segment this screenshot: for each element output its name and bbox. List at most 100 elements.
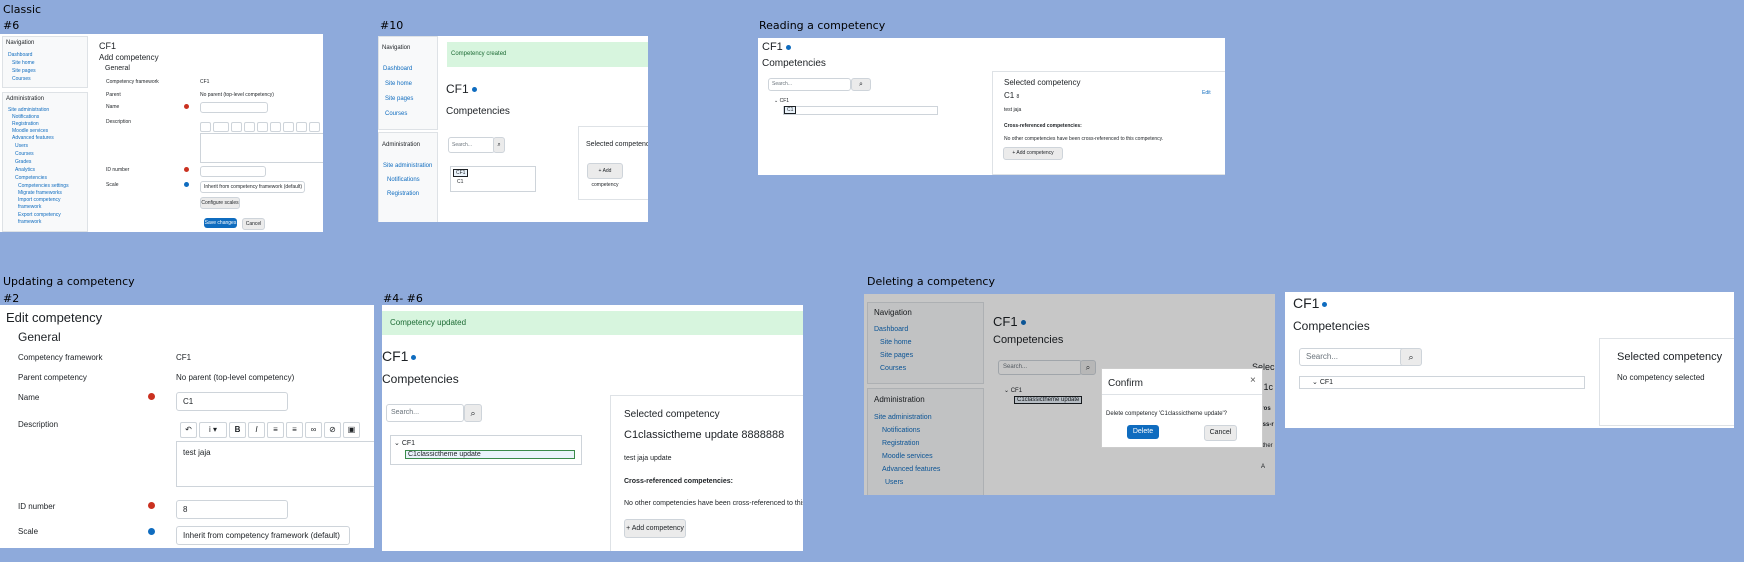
tree-root[interactable]: ⌄ CF1 [1312,378,1333,386]
nav-competencies-settings[interactable]: Competencies settings [18,183,69,189]
scale-select[interactable]: Inherit from competency framework (defau… [176,526,350,545]
add-competency-button[interactable]: + Add competency [1003,147,1063,160]
nav-analytics[interactable]: Analytics [15,167,35,173]
id-number-input[interactable]: 8 [176,500,288,519]
confirm-dialog: Confirm × Delete competency 'C1classicth… [1101,368,1263,448]
nav-import-competency[interactable]: Import competency [18,197,61,203]
nav-site-home[interactable]: Site home [385,81,412,87]
field-label: ID number [106,167,130,173]
nav-courses[interactable]: Courses [12,76,31,82]
field-label: Parent competency [18,373,87,382]
link-icon[interactable]: ∞ [305,422,322,438]
add-competency-label: Add competency [591,168,619,188]
id-number-input[interactable] [200,166,266,177]
description-editor[interactable] [200,133,323,163]
info-icon[interactable] [1322,301,1328,307]
add-competency-button[interactable]: + Add competency [587,163,623,188]
info-icon[interactable] [785,44,791,50]
help-icon[interactable] [148,528,155,535]
nav-competencies[interactable]: Competencies [15,175,47,181]
save-changes-button[interactable]: Save changes [204,218,237,228]
nav-framework[interactable]: framework [18,204,41,210]
description-editor[interactable]: test jaja [176,441,374,487]
tree-root-label: CF1 [1319,379,1334,386]
nav-site-pages[interactable]: Site pages [385,96,413,102]
navigation-block: Navigation Dashboard Site home Site page… [378,36,438,130]
link-icon[interactable] [283,122,294,132]
bold-icon[interactable] [231,122,242,132]
search-icon[interactable]: ⌕ [493,137,505,153]
undo-icon[interactable]: ↶ [180,422,197,438]
nav-export-competency[interactable]: Export competency [18,212,61,218]
scale-select[interactable]: Inherit from competency framework (defau… [200,181,305,193]
delete-button[interactable]: Delete [1127,425,1159,439]
info-icon[interactable] [411,354,417,360]
selected-competency-panel: Selected competency + Add competency [578,126,648,200]
search-input[interactable]: Search... [768,78,851,91]
field-label: Name [106,104,120,110]
bullet-list-icon[interactable] [257,122,268,132]
search-icon[interactable]: ⌕ [1400,348,1422,366]
help-icon[interactable] [184,182,189,187]
info-icon[interactable]: i ▾ [199,422,227,438]
nav-site-home[interactable]: Site home [12,60,35,66]
nav-site-pages[interactable]: Site pages [12,68,36,74]
search-icon[interactable]: ⌕ [851,78,871,91]
bold-icon[interactable]: B [229,422,246,438]
tree-item[interactable]: C1 [457,179,463,185]
nav-registration[interactable]: Registration [387,191,419,197]
nav-framework[interactable]: framework [18,219,41,225]
nav-migrate-frameworks[interactable]: Migrate frameworks [18,190,62,196]
nav-notifications[interactable]: Notifications [387,177,420,183]
nav-registration[interactable]: Registration [12,121,39,127]
info-icon[interactable] [471,87,477,93]
tree-item[interactable]: C1classictheme update [405,450,575,459]
search-input[interactable]: Search... [448,137,495,153]
configure-scales-button[interactable]: Configure scales [200,197,240,209]
nav-moodle-services[interactable]: Moodle services [12,128,48,134]
cancel-button[interactable]: Cancel [242,218,265,230]
undo-icon[interactable] [200,122,211,132]
numbered-list-icon[interactable]: ≡ [286,422,303,438]
competencies-heading: Competencies [762,58,826,69]
competencies-heading: Competencies [1293,319,1370,333]
unlink-icon[interactable] [296,122,307,132]
search-input[interactable]: Search... [386,404,464,422]
nav-notifications[interactable]: Notifications [12,114,39,120]
image-icon[interactable]: ▣ [343,422,360,438]
info-icon[interactable] [213,122,229,132]
nav-grades[interactable]: Grades [15,159,31,165]
nav-advanced-features[interactable]: Advanced features [12,135,54,141]
image-icon[interactable] [309,122,320,132]
name-input[interactable]: C1 [176,392,288,411]
numbered-list-icon[interactable] [270,122,281,132]
nav-dashboard[interactable]: Dashboard [383,66,412,72]
tree-root[interactable]: ⌄ CF1 [394,439,415,447]
bullet-list-icon[interactable]: ≡ [267,422,284,438]
edit-competency-screenshot: Edit competency General Competency frame… [0,305,374,548]
close-icon[interactable]: × [1250,375,1256,386]
unlink-icon[interactable]: ⊘ [324,422,341,438]
required-icon [184,167,189,172]
tree-item[interactable]: CF1 [453,169,469,177]
search-icon[interactable]: ⌕ [464,404,482,422]
edit-link[interactable]: Edit [1202,90,1211,96]
cancel-button[interactable]: Cancel [1204,425,1237,441]
nav-site-admin[interactable]: Site administration [8,107,49,113]
nav-dashboard[interactable]: Dashboard [8,52,32,58]
name-input[interactable] [200,102,268,113]
divider [1102,394,1262,395]
italic-icon[interactable] [244,122,255,132]
nav-courses[interactable]: Courses [385,111,407,117]
nav-courses[interactable]: Courses [15,151,34,157]
add-competency-button[interactable]: + Add competency [624,519,686,538]
search-input[interactable]: Search... [1299,348,1405,366]
tree-root[interactable]: ⌄ CF1 [774,98,789,104]
framework-name: CF1 [446,82,469,96]
nav-users[interactable]: Users [15,143,28,149]
italic-icon[interactable]: I [248,422,265,438]
nav-site-admin[interactable]: Site administration [383,163,432,169]
tree-item[interactable]: C1 [784,106,797,114]
screenshot-tag: #2 [3,292,20,305]
chevron-down-icon: ⌄ [1312,379,1320,386]
